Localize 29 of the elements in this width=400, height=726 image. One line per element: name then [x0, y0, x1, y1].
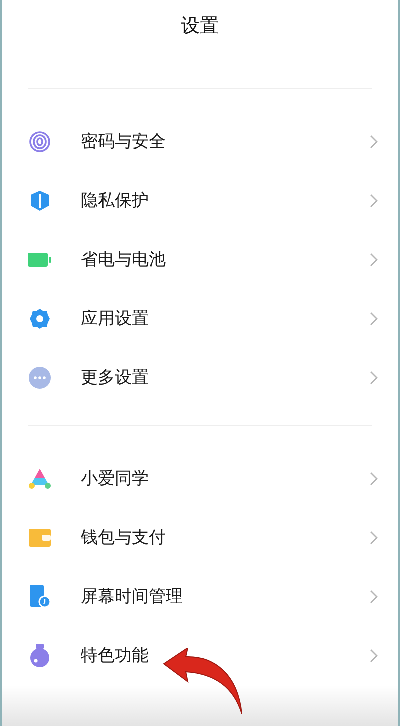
chevron-right-icon: [370, 312, 378, 326]
settings-item[interactable]: 密码与安全: [2, 112, 398, 171]
settings-item[interactable]: 隐私保护: [2, 171, 398, 230]
phone-clock-icon: [29, 584, 51, 608]
settings-item[interactable]: 钱包与支付: [2, 508, 398, 567]
chevron-right-icon: [370, 370, 378, 384]
settings-item[interactable]: 应用设置: [2, 289, 398, 348]
settings-item[interactable]: 特色功能: [2, 626, 398, 685]
chevron-right-icon: [370, 472, 378, 486]
settings-item[interactable]: 省电与电池: [2, 230, 398, 289]
shield-icon: [30, 190, 50, 212]
chevron-right-icon: [370, 252, 378, 266]
potion-icon: [29, 644, 51, 668]
chevron-right-icon: [370, 648, 378, 662]
page-title: 设置: [181, 14, 219, 39]
battery-icon: [28, 252, 52, 266]
chevron-right-icon: [370, 590, 378, 604]
chevron-right-icon: [370, 134, 378, 148]
assistant-icon: [28, 468, 52, 490]
chevron-right-icon: [370, 530, 378, 544]
more-icon: [29, 366, 51, 388]
settings-item[interactable]: 更多设置: [2, 348, 398, 407]
wallet-icon: [29, 528, 51, 546]
curved-arrow-icon: [162, 648, 244, 716]
fingerprint-icon: [29, 130, 51, 152]
gear-icon: [29, 308, 51, 330]
settings-item[interactable]: 屏幕时间管理: [2, 567, 398, 626]
settings-item[interactable]: 小爱同学: [2, 449, 398, 508]
chevron-right-icon: [370, 194, 378, 208]
